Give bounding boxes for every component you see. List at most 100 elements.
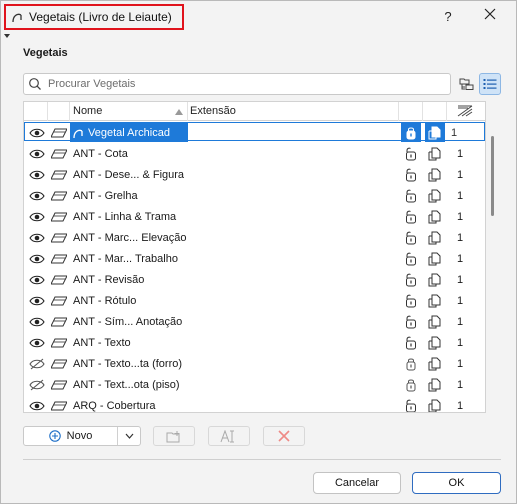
table-row[interactable]: ANT - Sím... Anotação 1 [24,311,485,332]
header-copy[interactable] [423,102,447,121]
visibility-toggle[interactable] [27,395,47,412]
row-name-cell[interactable]: ARQ - Cobertura [70,396,188,412]
scrollbar[interactable] [491,136,494,216]
row-count[interactable]: 1 [449,206,471,227]
search-box[interactable] [23,73,451,95]
lock-toggle[interactable] [401,206,421,227]
visibility-toggle[interactable] [27,122,47,143]
new-button[interactable]: Novo [23,426,141,446]
header-lock[interactable] [399,102,423,121]
lock-toggle[interactable] [401,269,421,290]
visibility-toggle[interactable] [27,206,47,227]
visibility-toggle[interactable] [27,269,47,290]
table-row[interactable]: ANT - Dese... & Figura 1 [24,164,485,185]
row-count[interactable]: 1 [449,353,471,374]
table-row[interactable]: ANT - Text...ota (piso) 1 [24,374,485,395]
copy-toggle[interactable] [425,123,445,142]
copy-toggle[interactable] [425,248,445,269]
table-row[interactable]: ANT - Marc... Elevação 1 [24,227,485,248]
table-row[interactable]: ANT - Texto...ta (forro) 1 [24,353,485,374]
row-count[interactable]: 1 [449,143,471,164]
row-count[interactable]: 1 [449,269,471,290]
table-row[interactable]: ANT - Grelha 1 [24,185,485,206]
visibility-toggle[interactable] [27,143,47,164]
new-folder-button[interactable] [153,426,195,446]
row-name-cell[interactable]: ANT - Dese... & Figura [70,165,188,184]
copy-toggle[interactable] [425,164,445,185]
lock-toggle[interactable] [401,164,421,185]
copy-toggle[interactable] [425,353,445,374]
row-name-cell[interactable]: ANT - Text...ota (piso) [70,375,188,394]
header-count[interactable] [447,102,485,121]
table-row[interactable]: ARQ - Cobertura 1 [24,395,485,412]
copy-toggle[interactable] [425,395,445,412]
table-row[interactable]: ANT - Cota 1 [24,143,485,164]
delete-button[interactable] [263,426,305,446]
row-count[interactable]: 1 [449,395,471,412]
visibility-toggle[interactable] [27,332,47,353]
list-view-button[interactable] [479,73,501,95]
lock-toggle[interactable] [401,395,421,412]
copy-toggle[interactable] [425,185,445,206]
visibility-toggle[interactable] [27,248,47,269]
row-count[interactable]: 1 [449,311,471,332]
visibility-toggle[interactable] [27,227,47,248]
row-count[interactable]: 1 [449,122,471,143]
lock-toggle[interactable] [401,143,421,164]
lock-toggle[interactable] [401,290,421,311]
close-button[interactable] [479,7,501,27]
copy-toggle[interactable] [425,374,445,395]
lock-toggle[interactable] [401,227,421,248]
copy-toggle[interactable] [425,227,445,248]
header-extension[interactable]: Extensão [188,102,399,121]
row-name-cell[interactable]: ANT - Linha & Trama [70,207,188,226]
copy-toggle[interactable] [425,290,445,311]
row-name-cell[interactable]: ANT - Texto...ta (forro) [70,354,188,373]
help-button[interactable]: ? [437,7,459,27]
rename-button[interactable] [208,426,250,446]
row-name-cell[interactable]: Vegetal Archicad [70,123,188,142]
visibility-toggle[interactable] [27,164,47,185]
row-count[interactable]: 1 [449,290,471,311]
row-count[interactable]: 1 [449,374,471,395]
new-button-main[interactable]: Novo [24,427,118,445]
visibility-toggle[interactable] [27,374,47,395]
cancel-button[interactable]: Cancelar [313,472,401,494]
copy-toggle[interactable] [425,206,445,227]
visibility-toggle[interactable] [27,290,47,311]
table-row[interactable]: ANT - Linha & Trama 1 [24,206,485,227]
header-name[interactable]: Nome [70,102,188,121]
visibility-toggle[interactable] [27,185,47,206]
table-row[interactable]: ANT - Mar... Trabalho 1 [24,248,485,269]
row-name-cell[interactable]: ANT - Marc... Elevação [70,228,188,247]
lock-toggle[interactable] [401,311,421,332]
table-row[interactable]: ANT - Rótulo 1 [24,290,485,311]
visibility-toggle[interactable] [27,311,47,332]
row-count[interactable]: 1 [449,227,471,248]
folder-view-button[interactable] [456,73,478,95]
lock-toggle[interactable] [401,353,421,374]
copy-toggle[interactable] [425,332,445,353]
lock-toggle[interactable] [401,248,421,269]
collapse-arrow-icon[interactable] [4,34,10,38]
row-name-cell[interactable]: ANT - Sím... Anotação [70,312,188,331]
row-name-cell[interactable]: ANT - Rótulo [70,291,188,310]
row-name-cell[interactable]: ANT - Mar... Trabalho [70,249,188,268]
header-layer[interactable] [48,102,70,121]
row-count[interactable]: 1 [449,185,471,206]
table-row[interactable]: ANT - Revisão 1 [24,269,485,290]
row-name-cell[interactable]: ANT - Texto [70,333,188,352]
header-visibility[interactable] [24,102,48,121]
search-input[interactable] [46,77,450,91]
lock-toggle[interactable] [401,374,421,395]
lock-toggle[interactable] [401,123,421,142]
visibility-toggle[interactable] [27,353,47,374]
copy-toggle[interactable] [425,269,445,290]
copy-toggle[interactable] [425,311,445,332]
row-count[interactable]: 1 [449,248,471,269]
row-count[interactable]: 1 [449,164,471,185]
row-name-cell[interactable]: ANT - Revisão [70,270,188,289]
row-name-cell[interactable]: ANT - Grelha [70,186,188,205]
table-row[interactable]: Vegetal Archicad 1 [24,122,485,143]
copy-toggle[interactable] [425,143,445,164]
